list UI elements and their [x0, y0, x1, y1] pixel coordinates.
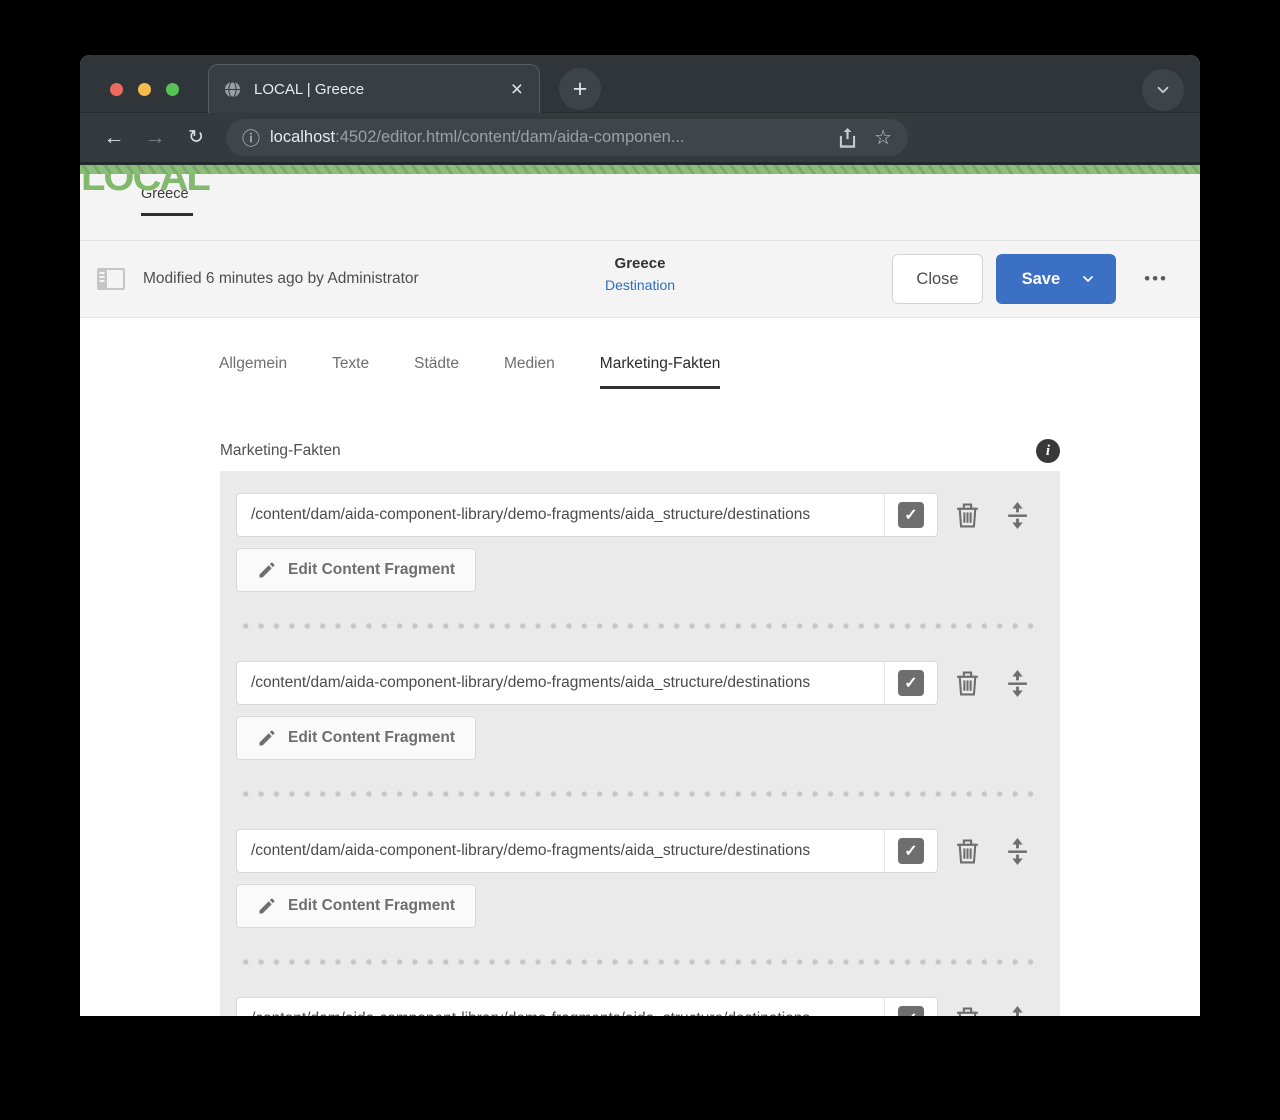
tab-allgemein[interactable]: Allgemein [219, 355, 287, 389]
environment-ribbon [80, 162, 1200, 174]
delete-icon[interactable] [955, 670, 980, 697]
checkbox-cell: ✓ [884, 662, 937, 704]
window-close-button[interactable] [110, 83, 123, 96]
pencil-icon [259, 730, 275, 746]
reorder-icon[interactable] [1005, 669, 1030, 698]
edit-content-fragment-button[interactable]: Edit Content Fragment [236, 884, 477, 928]
fragment-path-input[interactable] [237, 998, 884, 1016]
forward-icon[interactable]: → [141, 126, 169, 150]
reorder-icon[interactable] [1005, 1005, 1030, 1017]
edit-content-fragment-button[interactable]: Edit Content Fragment [236, 548, 477, 592]
save-button[interactable]: Save [995, 254, 1117, 304]
fragment-path-field: ✓ [236, 493, 938, 537]
checkbox-cell: ✓ [884, 998, 937, 1016]
window-zoom-button[interactable] [166, 83, 179, 96]
multifield-panel: ✓ Edit Content Fragment [220, 471, 1060, 1016]
delete-icon[interactable] [955, 838, 980, 865]
window-minimize-button[interactable] [138, 83, 151, 96]
pencil-icon [259, 898, 275, 914]
multifield-item: ✓ [236, 997, 1044, 1016]
multifield-item: ✓ Edit Content Fragment [236, 661, 1044, 798]
logo-strip: LOCAL Greece [80, 157, 1200, 240]
multifield-label: Marketing-Fakten [220, 442, 341, 459]
reorder-icon[interactable] [1005, 837, 1030, 866]
url-path: :4502/editor.html/content/dam/aida-compo… [335, 128, 685, 146]
browser-tab[interactable]: LOCAL | Greece × [208, 64, 540, 113]
multifield-item: ✓ Edit Content Fragment [236, 493, 1044, 630]
browser-tabstrip: LOCAL | Greece × + [80, 55, 1200, 113]
bookmark-star-icon[interactable]: ☆ [874, 125, 892, 150]
edit-content-fragment-button[interactable]: Edit Content Fragment [236, 716, 477, 760]
checkbox-checked[interactable]: ✓ [898, 838, 924, 864]
editor-tabs: Allgemein Texte Städte Medien Marketing-… [80, 318, 1200, 389]
share-icon[interactable] [838, 127, 857, 148]
tab-texte[interactable]: Texte [332, 355, 369, 389]
checkbox-cell: ✓ [884, 494, 937, 536]
browser-toolbar: ← → ↻ ⓘ localhost:4502/editor.html/conte… [80, 113, 1200, 162]
address-bar[interactable]: ⓘ localhost:4502/editor.html/content/dam… [226, 119, 908, 156]
fragment-path-field: ✓ [236, 997, 938, 1016]
checkbox-cell: ✓ [884, 830, 937, 872]
browser-window: LOCAL | Greece × + ← → ↻ ⓘ localhost:450… [80, 55, 1200, 1016]
reload-icon[interactable]: ↻ [182, 126, 210, 149]
reorder-icon[interactable] [1005, 501, 1030, 530]
more-actions-button[interactable]: ••• [1144, 269, 1168, 289]
info-icon[interactable]: i [1036, 439, 1060, 463]
edit-button-label: Edit Content Fragment [288, 561, 456, 578]
fragment-path-field: ✓ [236, 829, 938, 873]
checkbox-checked[interactable]: ✓ [898, 1006, 924, 1016]
checkbox-checked[interactable]: ✓ [898, 502, 924, 528]
chevron-down-icon [1157, 86, 1169, 94]
fragment-title: Greece [614, 255, 666, 272]
new-tab-button[interactable]: + [559, 68, 601, 110]
fragment-path-input[interactable] [237, 830, 884, 872]
modified-status: Modified 6 minutes ago by Administrator [143, 270, 419, 287]
fragment-model-link[interactable]: Destination [605, 277, 675, 293]
tab-medien[interactable]: Medien [504, 355, 555, 389]
save-dropdown-icon[interactable] [1080, 271, 1116, 287]
tab-staedte[interactable]: Städte [414, 355, 459, 389]
editor-action-bar: Modified 6 minutes ago by Administrator … [80, 240, 1200, 318]
url-host: localhost [270, 128, 336, 146]
fragment-path-field: ✓ [236, 661, 938, 705]
multifield-item: ✓ Edit Content Fragment [236, 829, 1044, 966]
side-panel-toggle-icon[interactable] [96, 267, 126, 291]
tab-overflow-button[interactable] [1142, 69, 1184, 111]
tab-title: LOCAL | Greece [254, 80, 365, 98]
pencil-icon [259, 562, 275, 578]
globe-favicon-icon [224, 80, 241, 98]
back-icon[interactable]: ← [100, 126, 128, 150]
dotted-separator [238, 790, 1042, 798]
dotted-separator [238, 958, 1042, 966]
save-label: Save [1021, 269, 1061, 288]
fragment-path-input[interactable] [237, 494, 884, 536]
edit-button-label: Edit Content Fragment [288, 729, 456, 746]
field-underline [141, 213, 193, 216]
delete-icon[interactable] [955, 1006, 980, 1016]
site-info-icon[interactable]: ⓘ [242, 125, 260, 151]
window-controls [110, 83, 179, 96]
delete-icon[interactable] [955, 502, 980, 529]
tab-marketing-fakten[interactable]: Marketing-Fakten [599, 355, 721, 389]
close-button[interactable]: Close [892, 254, 983, 304]
dotted-separator [238, 622, 1042, 630]
fragment-path-input[interactable] [237, 662, 884, 704]
tab-close-icon[interactable]: × [509, 79, 525, 100]
edit-button-label: Edit Content Fragment [288, 897, 456, 914]
url-text: localhost:4502/editor.html/content/dam/a… [270, 128, 685, 147]
fragment-title-block: Greece Destination [605, 255, 675, 293]
checkbox-checked[interactable]: ✓ [898, 670, 924, 696]
